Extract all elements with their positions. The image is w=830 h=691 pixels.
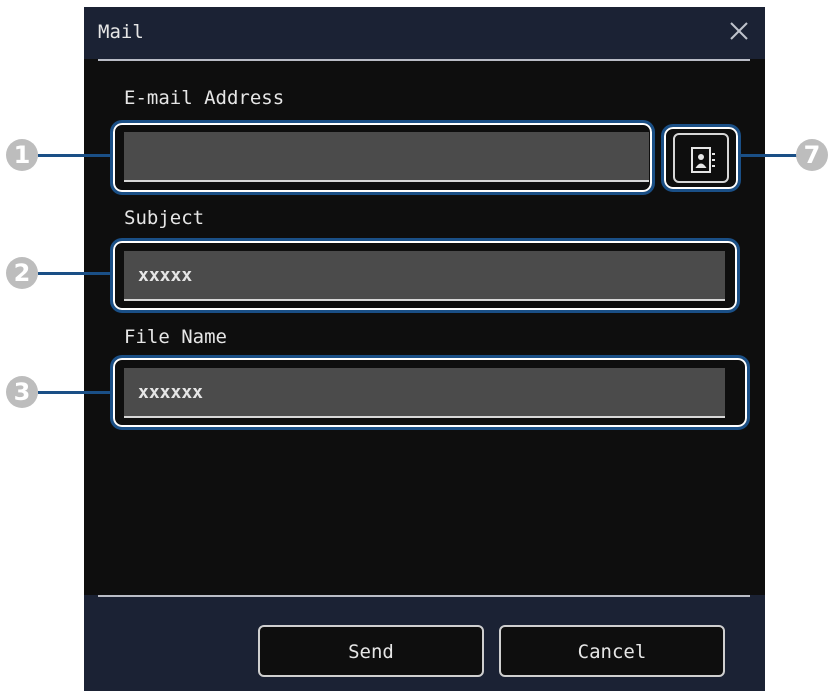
subject-label: Subject: [124, 207, 205, 229]
callout-leader-3: [38, 391, 111, 394]
file-name-label: File Name: [124, 326, 227, 348]
callout-number-1: 1: [6, 139, 38, 171]
callout-leader-2: [38, 272, 111, 275]
cancel-button[interactable]: Cancel: [499, 625, 725, 677]
dialog-footer: Send Cancel: [84, 595, 765, 691]
callout-leader-1: [38, 154, 111, 157]
email-label: E-mail Address: [124, 87, 285, 109]
callout-number-2: 2: [6, 257, 38, 289]
callout-number-3: 3: [6, 376, 38, 408]
footer-divider: [98, 595, 750, 597]
send-button[interactable]: Send: [258, 625, 484, 677]
callout-leader-7: [740, 154, 800, 157]
title-bar: Mail: [84, 7, 765, 59]
close-icon[interactable]: [727, 19, 751, 43]
title-divider: [98, 59, 750, 61]
callout-outline-email: [110, 120, 655, 195]
mail-dialog: Mail E-mail Address Subject xxxxx File N…: [84, 7, 765, 691]
dialog-title: Mail: [98, 21, 144, 43]
callout-outline-file-name: [110, 355, 750, 430]
callout-number-7: 7: [796, 139, 828, 171]
callout-outline-address-book: [661, 124, 741, 192]
callout-outline-subject: [110, 238, 740, 313]
